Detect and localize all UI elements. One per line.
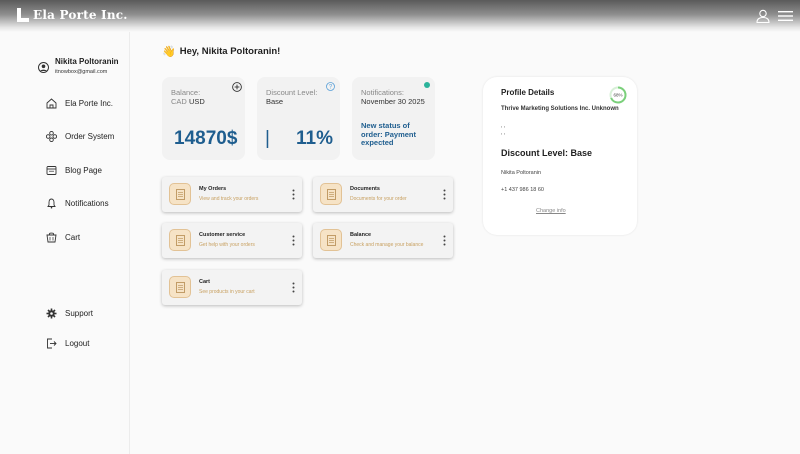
order-system-icon — [46, 131, 57, 142]
tile-my-orders[interactable]: My Orders View and track your orders — [162, 177, 302, 212]
sidebar-item-blog[interactable]: Blog Page — [46, 165, 102, 176]
more-options-icon[interactable] — [292, 282, 295, 293]
sidebar-item-home[interactable]: Ela Porte Inc. — [46, 98, 113, 109]
currency-toggle[interactable]: CAD USD — [171, 97, 205, 106]
notification-date: November 30 2025 — [361, 97, 425, 106]
bell-icon — [47, 198, 56, 209]
discount-card: Discount Level: Base ? | 11% — [257, 77, 340, 160]
balance-card: Balance: CAD USD 14870$ — [162, 77, 245, 160]
currency-usd[interactable]: USD — [189, 97, 205, 106]
more-options-icon[interactable] — [292, 189, 295, 200]
company-address-line1: , , — [501, 123, 506, 129]
wave-icon: 👋 — [162, 46, 176, 58]
document-icon — [169, 229, 191, 251]
balance-label: Balance: — [171, 88, 201, 97]
discount-level-heading: Discount Level: Base — [501, 148, 593, 158]
home-icon — [46, 98, 57, 109]
tile-subtitle: View and track your orders — [199, 196, 259, 202]
cart-icon — [46, 232, 57, 243]
tile-balance[interactable]: Balance Check and manage your balance — [313, 223, 453, 258]
add-balance-icon[interactable] — [232, 82, 242, 92]
sidebar-item-label: Cart — [65, 233, 81, 242]
tile-subtitle: Documents for your order — [350, 196, 407, 202]
more-options-icon[interactable] — [443, 189, 446, 200]
tile-title: Cart — [199, 279, 211, 285]
tile-title: Customer service — [199, 232, 246, 238]
sidebar-item-cart[interactable]: Cart — [46, 232, 80, 243]
tile-subtitle: See products in your cart — [199, 289, 255, 295]
discount-label: Discount Level: — [266, 88, 318, 97]
brand-name: Ela Porte Inc. — [33, 8, 128, 22]
profile-email: itnowbox@gmail.com — [55, 69, 108, 75]
notification-message: New status of order: Payment expected — [361, 121, 417, 147]
notification-status-dot — [424, 82, 430, 88]
sidebar-item-notifications[interactable]: Notifications — [46, 198, 109, 209]
change-info-link[interactable]: Change info — [536, 208, 566, 214]
sidebar-item-logout[interactable]: Logout — [46, 338, 89, 349]
greeting-text: Hey, Nikita Poltoranin! — [179, 46, 281, 57]
notifications-label: Notifications: — [361, 88, 404, 97]
sidebar-item-support[interactable]: Support — [46, 308, 93, 319]
more-options-icon[interactable] — [292, 235, 295, 246]
profile-phone: +1 437 986 18 60 — [501, 187, 544, 193]
profile-name: Nikita Poltoranin — [55, 57, 119, 66]
logo-mark-icon — [17, 8, 31, 22]
profile-details-panel: Profile Details 68% Thrive Marketing Sol… — [483, 77, 637, 235]
document-icon — [169, 276, 191, 298]
discount-percent: 11% — [296, 128, 333, 149]
profile-completion-text: 68% — [613, 93, 622, 98]
sidebar-item-label: Blog Page — [65, 166, 102, 175]
notifications-card[interactable]: Notifications: November 30 2025 New stat… — [352, 77, 435, 160]
company-name: Thrive Marketing Solutions Inc. Unknown — [501, 106, 619, 112]
tile-title: My Orders — [199, 186, 227, 192]
top-header: Ela Porte Inc. — [0, 0, 800, 32]
balance-amount: 14870$ — [174, 128, 238, 149]
tile-subtitle: Check and manage your balance — [350, 242, 424, 248]
sidebar-item-label: Ela Porte Inc. — [65, 99, 114, 108]
document-icon — [169, 183, 191, 205]
greeting: 👋 Hey, Nikita Poltoranin! — [162, 45, 280, 58]
sidebar-item-label: Order System — [65, 132, 115, 141]
sidebar-item-order-system[interactable]: Order System — [46, 131, 114, 142]
currency-cad[interactable]: CAD — [171, 97, 187, 106]
tile-subtitle: Get help with your orders — [199, 242, 255, 248]
menu-icon[interactable] — [778, 11, 793, 21]
logout-icon — [47, 338, 57, 349]
company-address-line2: , , — [501, 130, 506, 136]
sidebar-item-label: Support — [65, 309, 94, 318]
help-icon[interactable]: ? — [326, 82, 335, 91]
gear-icon — [46, 308, 57, 319]
discount-level: Base — [266, 97, 284, 106]
tile-customer-service[interactable]: Customer service Get help with your orde… — [162, 223, 302, 258]
tile-title: Documents — [350, 186, 380, 192]
document-icon — [320, 183, 342, 205]
tile-cart[interactable]: Cart See products in your cart — [162, 270, 302, 305]
tile-title: Balance — [350, 232, 372, 238]
user-icon[interactable] — [756, 9, 770, 23]
more-options-icon[interactable] — [443, 235, 446, 246]
blog-icon — [46, 166, 57, 175]
profile-details-title: Profile Details — [501, 88, 555, 97]
profile-completion-ring: 68% — [609, 86, 627, 104]
discount-bar: | — [265, 128, 270, 149]
profile-full-name: Nikita Poltoranin — [501, 170, 542, 176]
brand-logo[interactable]: Ela Porte Inc. — [17, 8, 128, 22]
profile-avatar-icon — [38, 62, 49, 73]
sidebar-item-label: Logout — [65, 339, 90, 348]
sidebar-item-label: Notifications — [65, 199, 109, 208]
document-icon — [320, 229, 342, 251]
sidebar: Nikita Poltoranin itnowbox@gmail.com Ela… — [0, 32, 130, 454]
tile-documents[interactable]: Documents Documents for your order — [313, 177, 453, 212]
